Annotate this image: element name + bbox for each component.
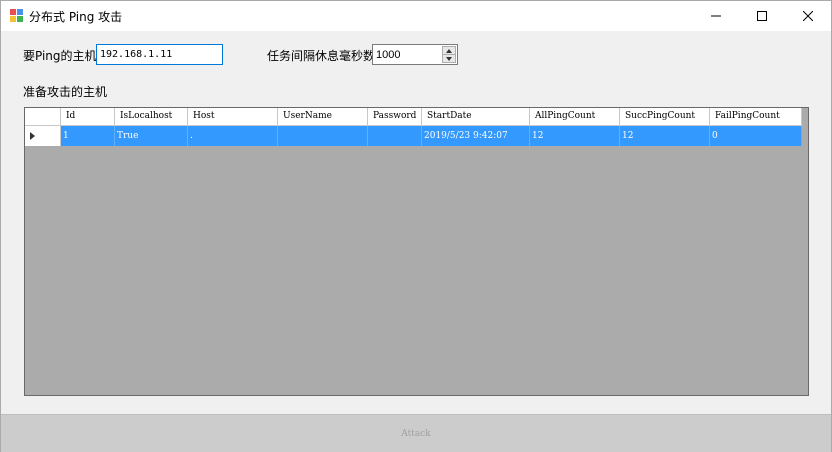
cell-allpingcount[interactable]: 12: [530, 126, 620, 146]
chevron-up-icon: [446, 48, 452, 53]
title-bar[interactable]: 分布式 Ping 攻击: [1, 1, 831, 31]
close-icon: [803, 11, 813, 21]
spin-down-button[interactable]: [443, 55, 455, 62]
cell-password[interactable]: [368, 126, 422, 146]
cell-succpingcount[interactable]: 12: [620, 126, 710, 146]
column-header-failpingcount[interactable]: FailPingCount: [710, 108, 802, 126]
chevron-down-icon: [446, 56, 452, 61]
cell-islocalhost[interactable]: True: [115, 126, 188, 146]
spin-up-button[interactable]: [443, 47, 455, 55]
cell-host[interactable]: .: [188, 126, 278, 146]
attack-button[interactable]: Attack: [1, 415, 831, 452]
table-row[interactable]: 1 True . 2019/5/23 9:42:07 12 12 0: [25, 126, 802, 146]
close-button[interactable]: [785, 1, 831, 31]
column-header-startdate[interactable]: StartDate: [422, 108, 530, 126]
column-header-username[interactable]: UserName: [278, 108, 368, 126]
host-label: 要Ping的主机: [23, 49, 97, 63]
interval-stepper[interactable]: [372, 44, 458, 65]
host-input[interactable]: [96, 44, 223, 65]
app-icon: [10, 9, 24, 23]
column-header-host[interactable]: Host: [188, 108, 278, 126]
column-header-islocalhost[interactable]: IsLocalhost: [115, 108, 188, 126]
maximize-button[interactable]: [739, 1, 785, 31]
cell-username[interactable]: [278, 126, 368, 146]
interval-input[interactable]: [373, 45, 439, 64]
row-header-corner: [25, 108, 61, 126]
cell-failpingcount[interactable]: 0: [710, 126, 802, 146]
cell-startdate[interactable]: 2019/5/23 9:42:07: [422, 126, 530, 146]
attack-bar: Attack: [1, 414, 831, 452]
column-header-allpingcount[interactable]: AllPingCount: [530, 108, 620, 126]
hosts-grid[interactable]: Id IsLocalhost Host UserName Password St…: [24, 107, 809, 396]
row-pointer-icon: [30, 132, 35, 140]
column-header-succpingcount[interactable]: SuccPingCount: [620, 108, 710, 126]
row-header[interactable]: [25, 126, 61, 146]
maximize-icon: [757, 11, 767, 21]
window-title: 分布式 Ping 攻击: [29, 10, 123, 24]
column-header-password[interactable]: Password: [368, 108, 422, 126]
app-window: 分布式 Ping 攻击 要Ping的主机 任务间隔休息毫秒数 准备攻击的主机 I…: [0, 0, 832, 452]
minimize-icon: [711, 15, 721, 17]
interval-label: 任务间隔休息毫秒数: [267, 49, 376, 63]
section-label: 准备攻击的主机: [23, 85, 108, 99]
minimize-button[interactable]: [693, 1, 739, 31]
interval-spin: [442, 46, 456, 63]
column-header-id[interactable]: Id: [61, 108, 115, 126]
cell-id[interactable]: 1: [61, 126, 115, 146]
